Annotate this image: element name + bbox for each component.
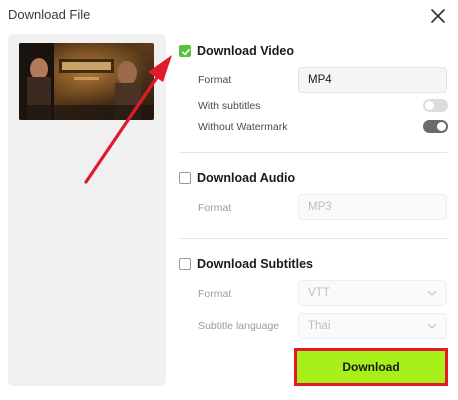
section-divider: [179, 238, 447, 239]
with-subtitles-toggle[interactable]: [423, 99, 448, 112]
audio-format-select[interactable]: MP3: [298, 194, 447, 220]
download-audio-option[interactable]: Download Audio: [179, 171, 295, 185]
without-watermark-label: Without Watermark: [198, 121, 288, 133]
download-button[interactable]: Download: [294, 348, 448, 386]
subtitle-language-select[interactable]: Thai: [298, 313, 447, 339]
without-watermark-toggle[interactable]: [423, 120, 448, 133]
check-icon: [182, 48, 190, 56]
audio-format-value: MP3: [308, 201, 332, 213]
download-video-checkbox[interactable]: [179, 45, 191, 57]
download-button-label: Download: [342, 360, 400, 374]
subtitle-format-value: VTT: [308, 287, 330, 299]
subtitle-format-label: Format: [198, 288, 232, 300]
dialog-title: Download File: [8, 7, 91, 22]
audio-format-label: Format: [198, 202, 232, 214]
download-subtitles-checkbox[interactable]: [179, 258, 191, 270]
download-audio-label: Download Audio: [197, 171, 296, 185]
close-icon[interactable]: [428, 6, 448, 26]
download-video-option[interactable]: Download Video: [179, 44, 294, 58]
video-format-select[interactable]: MP4: [298, 67, 447, 93]
video-format-label: Format: [198, 74, 232, 86]
download-subtitles-option[interactable]: Download Subtitles: [179, 257, 313, 271]
subtitle-language-label: Subtitle language: [198, 320, 280, 332]
video-thumbnail: [19, 43, 154, 120]
download-video-label: Download Video: [197, 44, 294, 58]
subtitle-language-value: Thai: [308, 320, 331, 332]
chevron-down-icon: [427, 290, 437, 296]
with-subtitles-label: With subtitles: [198, 100, 261, 112]
section-divider: [179, 152, 447, 153]
video-format-value: MP4: [308, 74, 332, 86]
subtitle-format-select[interactable]: VTT: [298, 280, 447, 306]
download-subtitles-label: Download Subtitles: [197, 257, 313, 271]
chevron-down-icon: [427, 323, 437, 329]
download-audio-checkbox[interactable]: [179, 172, 191, 184]
